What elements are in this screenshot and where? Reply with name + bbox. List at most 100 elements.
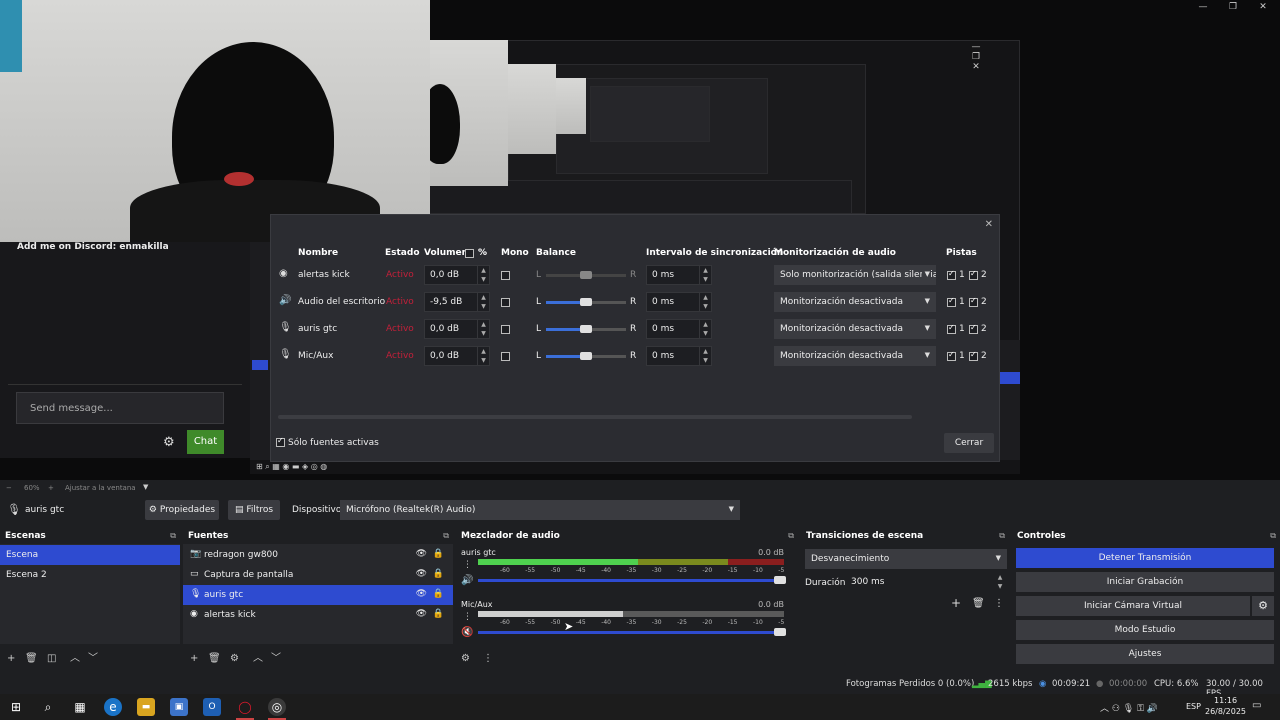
filters-button[interactable]: ▤ Filtros <box>228 500 280 520</box>
track-2-checkbox[interactable] <box>969 296 978 307</box>
percent-checkbox[interactable] <box>465 249 474 258</box>
obs-icon[interactable]: ◎ <box>268 698 286 716</box>
start-virtual-camera-button[interactable]: Iniciar Cámara Virtual <box>1016 596 1250 616</box>
transition-dropdown[interactable]: Desvanecimiento ▼ <box>805 549 1007 569</box>
mono-checkbox[interactable] <box>501 325 510 334</box>
undock-icon[interactable]: ⧉ <box>443 531 449 541</box>
stepper-icon[interactable]: ▲ ▼ <box>477 266 489 284</box>
store-icon[interactable]: ▣ <box>170 698 188 716</box>
gear-icon[interactable]: ⚙ <box>230 653 239 664</box>
close-icon[interactable]: ✕ <box>1256 2 1270 12</box>
duration-input[interactable]: 300 ms ▲ ▼ <box>846 573 1006 593</box>
task-view-icon[interactable]: ▦ <box>71 698 89 716</box>
lock-icon[interactable]: 🔒 <box>433 549 444 559</box>
menu-icon[interactable]: ⋮ <box>483 653 493 664</box>
volume-slider[interactable] <box>478 576 786 584</box>
monitoring-dropdown[interactable]: Solo monitorización (salida silencia ▼ <box>774 265 936 285</box>
scene-item[interactable]: Escena <box>0 545 180 565</box>
track-2-checkbox[interactable] <box>969 269 978 280</box>
zoom-in-button[interactable]: + <box>48 484 54 492</box>
undock-icon[interactable]: ⧉ <box>999 531 1005 541</box>
lock-icon[interactable]: 🔒 <box>433 589 444 599</box>
studio-mode-button[interactable]: Modo Estudio <box>1016 620 1274 640</box>
language-indicator[interactable]: ESP <box>1186 702 1201 711</box>
gear-icon[interactable]: ⚙ <box>163 435 175 450</box>
track-1-checkbox[interactable] <box>947 323 956 334</box>
zoom-out-button[interactable]: − <box>6 484 12 492</box>
sync-offset-input[interactable]: 0 ms ▲ ▼ <box>646 292 712 312</box>
filter-icon[interactable]: ◫ <box>47 653 56 664</box>
tray-icons[interactable]: ︿ ⚇ 🎙 ⚿ 🔊 <box>1100 701 1158 714</box>
close-button[interactable]: Cerrar <box>944 433 994 453</box>
add-icon[interactable]: + <box>951 596 961 610</box>
gear-icon[interactable]: ⚙ <box>1252 596 1274 616</box>
gear-icon[interactable]: ⚙ <box>461 653 470 664</box>
source-item[interactable]: 📷 redragon gw800 👁 🔒 <box>183 545 453 565</box>
sync-offset-input[interactable]: 0 ms ▲ ▼ <box>646 265 712 285</box>
slider-handle[interactable] <box>774 628 786 636</box>
monitoring-dropdown[interactable]: Monitorización desactivada ▼ <box>774 319 936 339</box>
arrow-down-icon[interactable]: ﹀ <box>88 649 98 664</box>
speaker-icon[interactable]: 🔊 <box>461 575 473 586</box>
lock-icon[interactable]: 🔒 <box>433 609 444 619</box>
stepper-icon[interactable]: ▲ ▼ <box>699 320 711 338</box>
settings-button[interactable]: Ajustes <box>1016 644 1274 664</box>
stepper-icon[interactable]: ▲ ▼ <box>477 320 489 338</box>
menu-icon[interactable]: ⋮ <box>994 598 1004 609</box>
monitoring-dropdown[interactable]: Monitorización desactivada ▼ <box>774 346 936 366</box>
mono-checkbox[interactable] <box>501 271 510 280</box>
volume-input[interactable]: 0,0 dB ▲ ▼ <box>424 319 490 339</box>
stepper-icon[interactable]: ▲ ▼ <box>477 347 489 365</box>
slider-handle[interactable] <box>774 576 786 584</box>
track-1-checkbox[interactable] <box>947 296 956 307</box>
stepper-icon[interactable]: ▲ ▼ <box>699 293 711 311</box>
chevron-down-icon[interactable]: ▼ <box>143 483 148 491</box>
only-active-checkbox[interactable] <box>276 436 285 447</box>
stop-streaming-button[interactable]: Detener Transmisión <box>1016 548 1274 568</box>
undock-icon[interactable]: ⧉ <box>1270 531 1276 541</box>
opera-icon[interactable]: ◯ <box>236 698 254 716</box>
arrow-down-icon[interactable]: ﹀ <box>271 649 281 664</box>
send-message-input[interactable]: Send message... <box>16 392 224 424</box>
menu-icon[interactable]: ⋮ <box>463 560 472 570</box>
mono-checkbox[interactable] <box>501 352 510 361</box>
stepper-icon[interactable]: ▲ ▼ <box>477 293 489 311</box>
minimize-icon[interactable]: — <box>1196 2 1210 12</box>
track-2-checkbox[interactable] <box>969 350 978 361</box>
sync-offset-input[interactable]: 0 ms ▲ ▼ <box>646 346 712 366</box>
eye-icon[interactable]: 👁 <box>416 609 427 619</box>
trash-icon[interactable]: 🗑 <box>25 653 38 664</box>
stepper-icon[interactable]: ▲ ▼ <box>994 573 1006 591</box>
undock-icon[interactable]: ⧉ <box>788 531 794 541</box>
volume-slider[interactable] <box>478 628 786 636</box>
arrow-up-icon[interactable]: ︿ <box>70 649 80 664</box>
arrow-up-icon[interactable]: ︿ <box>253 649 263 664</box>
mute-icon[interactable]: 🔇 <box>461 627 473 638</box>
balance-slider[interactable] <box>546 352 626 360</box>
source-item[interactable]: ◉ alertas kick 👁 🔒 <box>183 605 453 625</box>
balance-slider[interactable] <box>546 298 626 306</box>
trash-icon[interactable]: 🗑 <box>208 653 221 664</box>
track-2-checkbox[interactable] <box>969 323 978 334</box>
menu-icon[interactable]: ⋮ <box>463 612 472 622</box>
eye-icon[interactable]: 👁 <box>416 549 427 559</box>
windows-start-icon[interactable]: ⊞ <box>7 698 25 716</box>
monitoring-dropdown[interactable]: Monitorización desactivada ▼ <box>774 292 936 312</box>
volume-input[interactable]: -9,5 dB ▲ ▼ <box>424 292 490 312</box>
close-icon[interactable]: ✕ <box>985 219 993 230</box>
source-item[interactable]: 🎙 auris gtc 👁 🔒 <box>183 585 453 605</box>
eye-icon[interactable]: 👁 <box>416 589 427 599</box>
properties-button[interactable]: ⚙ Propiedades <box>145 500 219 520</box>
notification-icon[interactable]: ▭ <box>1252 700 1261 711</box>
eye-icon[interactable]: 👁 <box>416 569 427 579</box>
outlook-icon[interactable]: O <box>203 698 221 716</box>
add-icon[interactable]: + <box>190 653 198 664</box>
stepper-icon[interactable]: ▲ ▼ <box>699 347 711 365</box>
source-item[interactable]: ▭ Captura de pantalla 👁 🔒 <box>183 565 453 585</box>
undock-icon[interactable]: ⧉ <box>170 531 176 541</box>
track-1-checkbox[interactable] <box>947 269 956 280</box>
volume-input[interactable]: 0,0 dB ▲ ▼ <box>424 265 490 285</box>
chat-button[interactable]: Chat <box>187 430 224 454</box>
add-icon[interactable]: + <box>7 653 15 664</box>
search-icon[interactable]: ⌕ <box>39 698 57 716</box>
